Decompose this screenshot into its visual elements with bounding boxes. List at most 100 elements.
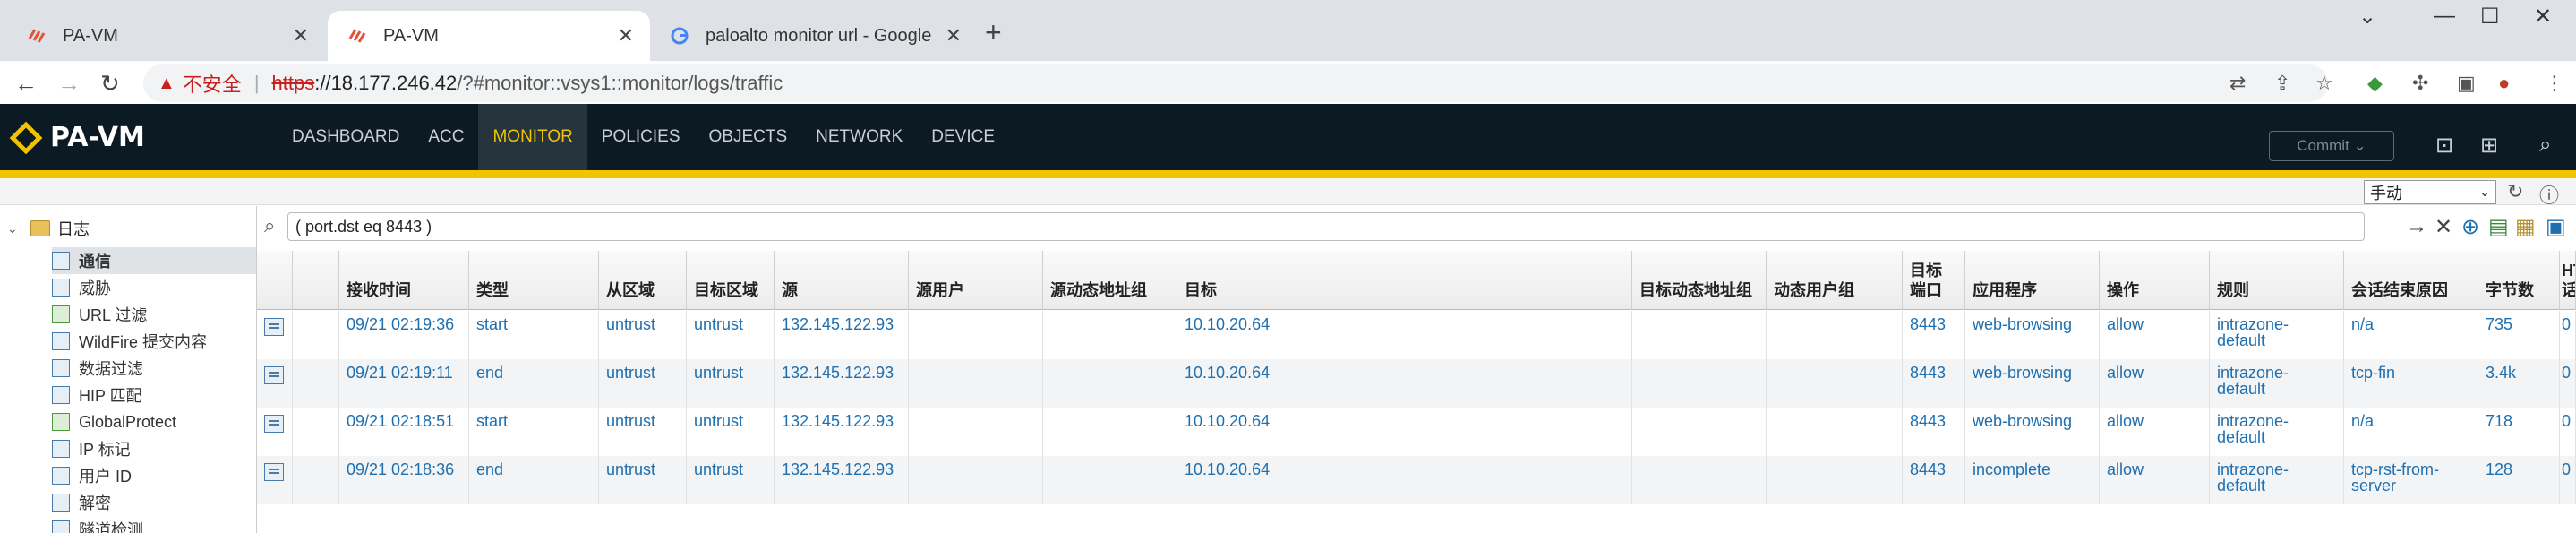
filter-input[interactable]: ( port.dst eq 8443 )	[287, 212, 2365, 241]
close-tab-icon[interactable]: ✕	[618, 24, 634, 47]
cell-action[interactable]: allow	[2100, 408, 2210, 456]
cell-type[interactable]: end	[469, 359, 599, 408]
save-config-icon[interactable]: ⊞	[2480, 133, 2498, 159]
close-tab-icon[interactable]: ✕	[946, 24, 962, 47]
cell-source[interactable]: 132.145.122.93	[775, 408, 909, 456]
cell-destination-dag[interactable]	[1632, 311, 1767, 359]
cell-to-zone[interactable]: untrust	[687, 408, 775, 456]
column-header-application[interactable]: 应用程序	[1965, 251, 2100, 310]
cell-bytes[interactable]: 718	[2478, 408, 2560, 456]
export-icon[interactable]: ▣	[2546, 214, 2566, 240]
cell-to-zone[interactable]: untrust	[687, 456, 775, 504]
cell-session-end-reason[interactable]: n/a	[2344, 408, 2478, 456]
sidebar-item-wildfire[interactable]: WildFire 提交内容	[52, 328, 256, 355]
extension-green-icon[interactable]: ◆	[2367, 72, 2383, 95]
forward-icon[interactable]: →	[57, 70, 81, 98]
detail-cell[interactable]	[257, 456, 293, 504]
cell-dynamic-user-group[interactable]	[1767, 408, 1903, 456]
column-header-source[interactable]: 源	[775, 251, 909, 310]
cell-dst-port[interactable]: 8443	[1903, 408, 1965, 456]
column-header-dst-port[interactable]: 目标 端口	[1903, 251, 1965, 310]
minimize-icon[interactable]: —	[2434, 4, 2455, 29]
log-detail-icon[interactable]	[264, 415, 284, 433]
sidebar-item-url-filtering[interactable]: URL 过滤	[52, 301, 256, 328]
refresh-mode-select[interactable]: 手动 ⌄	[2364, 180, 2496, 204]
apply-filter-arrow-icon[interactable]: →	[2406, 214, 2427, 239]
tree-root-logs[interactable]: ⌄ 日志	[7, 217, 90, 240]
menu-objects[interactable]: OBJECTS	[695, 104, 802, 170]
cell-source[interactable]: 132.145.122.93	[775, 456, 909, 504]
cell-source-user[interactable]	[909, 311, 1043, 359]
cell-source-user[interactable]	[909, 408, 1043, 456]
tab-search-icon[interactable]: ⌄	[2358, 4, 2376, 30]
cell-http[interactable]: 0	[2560, 311, 2576, 359]
new-tab-button[interactable]: +	[985, 16, 1002, 49]
menu-dashboard[interactable]: DASHBOARD	[278, 104, 414, 170]
cell-receive-time[interactable]: 09/21 02:19:11	[339, 359, 469, 408]
share-icon[interactable]: ⇪	[2274, 72, 2290, 95]
cell-rule[interactable]: intrazone- default	[2210, 311, 2344, 359]
menu-policies[interactable]: POLICIES	[587, 104, 695, 170]
reload-icon[interactable]: ↻	[100, 70, 120, 98]
cell-action[interactable]: allow	[2100, 456, 2210, 504]
cell-action[interactable]: allow	[2100, 359, 2210, 408]
cell-destination[interactable]: 10.10.20.64	[1177, 359, 1632, 408]
maximize-icon[interactable]: ☐	[2480, 4, 2500, 30]
browser-tab-2[interactable]: PA-VM ✕	[328, 11, 650, 61]
menu-network[interactable]: NETWORK	[801, 104, 917, 170]
cell-rule[interactable]: intrazone- default	[2210, 359, 2344, 408]
column-header-from-zone[interactable]: 从区域	[599, 251, 687, 310]
column-header-to-zone[interactable]: 目标区域	[687, 251, 775, 310]
column-header-session-end-reason[interactable]: 会话结束原因	[2344, 251, 2478, 310]
sidebar-item-hip-match[interactable]: HIP 匹配	[52, 382, 256, 408]
cell-destination[interactable]: 10.10.20.64	[1177, 408, 1632, 456]
column-header-destination[interactable]: 目标	[1177, 251, 1632, 310]
cell-session-end-reason[interactable]: tcp-fin	[2344, 359, 2478, 408]
browser-tab-1[interactable]: PA-VM ✕	[7, 11, 325, 61]
cell-application[interactable]: web-browsing	[1965, 408, 2100, 456]
add-filter-icon[interactable]: ⊕	[2461, 214, 2479, 240]
cell-http[interactable]: 0	[2560, 359, 2576, 408]
translate-icon[interactable]: ⇄	[2229, 72, 2246, 95]
search-icon[interactable]: ⌕	[2539, 133, 2551, 158]
cell-dynamic-user-group[interactable]	[1767, 456, 1903, 504]
cell-source-user[interactable]	[909, 456, 1043, 504]
save-filter-icon[interactable]: ▤	[2488, 214, 2509, 240]
load-filter-icon[interactable]: ▦	[2515, 214, 2536, 240]
cell-receive-time[interactable]: 09/21 02:18:36	[339, 456, 469, 504]
refresh-icon[interactable]: ↻	[2507, 180, 2523, 203]
cell-dynamic-user-group[interactable]	[1767, 311, 1903, 359]
column-header-destination-dag[interactable]: 目标动态地址组	[1632, 251, 1767, 310]
sidebar-item-user-id[interactable]: 用户 ID	[52, 462, 256, 489]
column-header-receive-time[interactable]: 接收时间	[339, 251, 469, 310]
app-logo[interactable]: PA-VM	[9, 121, 145, 154]
back-icon[interactable]: ←	[14, 70, 38, 98]
column-header-type[interactable]: 类型	[469, 251, 599, 310]
cell-source-dag[interactable]	[1043, 456, 1177, 504]
cell-from-zone[interactable]: untrust	[599, 408, 687, 456]
detail-cell[interactable]	[257, 359, 293, 408]
close-tab-icon[interactable]: ✕	[293, 24, 309, 47]
close-window-icon[interactable]: ✕	[2534, 4, 2552, 30]
cell-destination-dag[interactable]	[1632, 456, 1767, 504]
cell-destination[interactable]: 10.10.20.64	[1177, 456, 1632, 504]
cell-application[interactable]: web-browsing	[1965, 359, 2100, 408]
sidebar-item-globalprotect[interactable]: GlobalProtect	[52, 408, 256, 435]
cell-receive-time[interactable]: 09/21 02:18:51	[339, 408, 469, 456]
cell-action[interactable]: allow	[2100, 311, 2210, 359]
column-header-action[interactable]: 操作	[2100, 251, 2210, 310]
side-panel-icon[interactable]: ▣	[2457, 72, 2476, 95]
column-header-dynamic-user-group[interactable]: 动态用户组	[1767, 251, 1903, 310]
cell-http[interactable]: 0	[2560, 408, 2576, 456]
cell-from-zone[interactable]: untrust	[599, 456, 687, 504]
column-header-rule[interactable]: 规则	[2210, 251, 2344, 310]
cell-dynamic-user-group[interactable]	[1767, 359, 1903, 408]
menu-device[interactable]: DEVICE	[917, 104, 1009, 170]
cell-source[interactable]: 132.145.122.93	[775, 311, 909, 359]
bookmark-star-icon[interactable]: ☆	[2315, 72, 2333, 95]
column-header-source-user[interactable]: 源用户	[909, 251, 1043, 310]
cell-http[interactable]: 0	[2560, 456, 2576, 504]
sidebar-item-decryption[interactable]: 解密	[52, 489, 256, 516]
cell-source-dag[interactable]	[1043, 359, 1177, 408]
cell-dst-port[interactable]: 8443	[1903, 456, 1965, 504]
